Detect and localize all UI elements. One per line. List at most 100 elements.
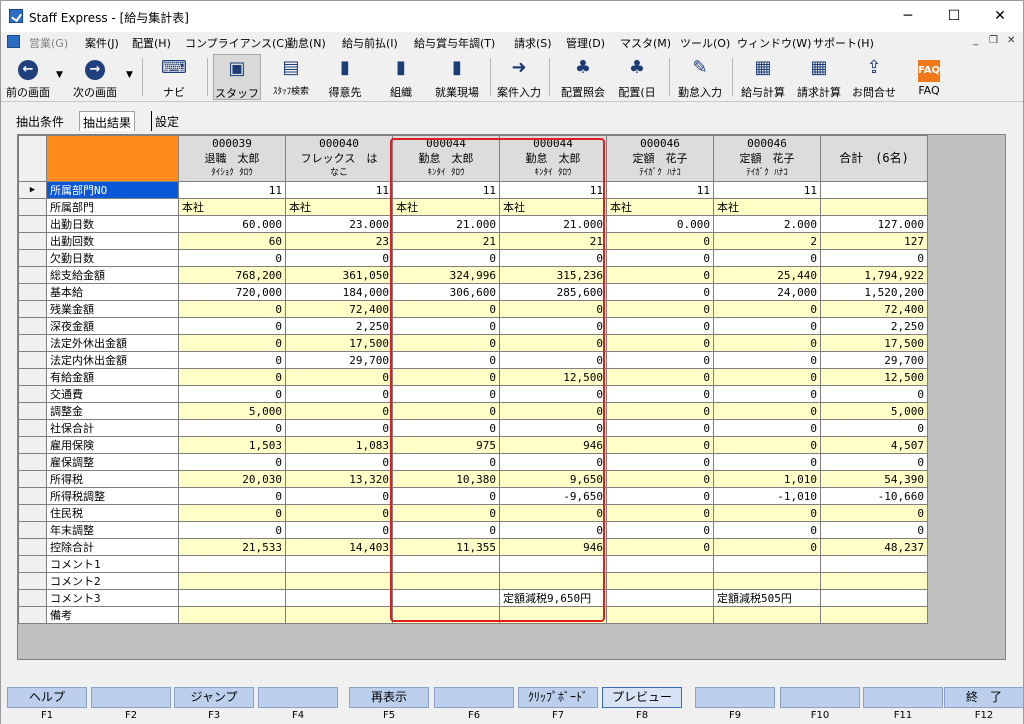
grid-cell[interactable]: 1,010	[713, 470, 821, 488]
grid-cell[interactable]: 0	[178, 487, 286, 505]
customer-button[interactable]: ▮ 得意先	[321, 54, 369, 100]
total-cell[interactable]: 127.000	[820, 215, 928, 233]
grid-cell[interactable]	[285, 555, 393, 573]
grid-cell[interactable]: 5,000	[178, 402, 286, 420]
grid-cell[interactable]: 定額減税505円	[713, 589, 821, 607]
grid-cell[interactable]	[178, 589, 286, 607]
grid-cell[interactable]: 0	[285, 453, 393, 471]
row-selector[interactable]	[18, 402, 47, 420]
column-header-3[interactable]: 000044 勤怠 太郎 ｷﾝﾀｲ ﾀﾛｳ	[392, 135, 500, 182]
function-key-f6-button[interactable]	[434, 687, 514, 708]
total-cell[interactable]	[820, 572, 928, 590]
total-cell[interactable]	[820, 606, 928, 624]
grid-cell[interactable]: 0	[499, 300, 607, 318]
grid-cell[interactable]: 0	[606, 334, 714, 352]
row-selector[interactable]	[18, 351, 47, 369]
grid-cell[interactable]: 315,236	[499, 266, 607, 284]
row-label[interactable]: 出勤回数	[46, 232, 179, 250]
grid-cell[interactable]: 0	[285, 504, 393, 522]
grid-cell[interactable]: 11	[713, 181, 821, 199]
grid-cell[interactable]	[285, 589, 393, 607]
forward-dropdown-icon[interactable]: ▼	[126, 70, 133, 80]
grid-cell[interactable]: 0	[178, 317, 286, 335]
grid-cell[interactable]: 0	[606, 487, 714, 505]
grid-cell[interactable]: 946	[499, 436, 607, 454]
row-selector[interactable]	[18, 232, 47, 250]
menu-haichi[interactable]: 配置(H)	[132, 35, 171, 51]
grid-cell[interactable]: 0	[713, 317, 821, 335]
grid-cell[interactable]	[713, 572, 821, 590]
grid-cell[interactable]: 0	[606, 538, 714, 556]
grid-cell[interactable]: 0	[606, 232, 714, 250]
grid-cell[interactable]: 本社	[606, 198, 714, 216]
grid-cell[interactable]: 0	[285, 368, 393, 386]
grid-cell[interactable]: 0	[606, 402, 714, 420]
grid-cell[interactable]: 72,400	[285, 300, 393, 318]
row-label[interactable]: 交通費	[46, 385, 179, 403]
grid-cell[interactable]	[392, 572, 500, 590]
total-cell[interactable]: 1,520,200	[820, 283, 928, 301]
grid-cell[interactable]: 24,000	[713, 283, 821, 301]
grid-cell[interactable]	[713, 606, 821, 624]
row-label[interactable]: コメント1	[46, 555, 179, 573]
function-key-f3-button[interactable]: ジャンプ	[174, 687, 254, 708]
grid-cell[interactable]: 0	[713, 538, 821, 556]
grid-cell[interactable]: 11	[606, 181, 714, 199]
grid-cell[interactable]: 0	[392, 419, 500, 437]
grid-cell[interactable]	[606, 555, 714, 573]
mdi-close-button[interactable]: ✕	[1007, 35, 1015, 46]
grid-cell[interactable]: 本社	[392, 198, 500, 216]
mdi-minimize-button[interactable]: _	[973, 35, 978, 46]
inquiry-button[interactable]: ⇪ お問合せ	[849, 54, 899, 100]
grid-cell[interactable]: 0	[285, 249, 393, 267]
function-key-f8-button[interactable]: プレビュー	[602, 687, 682, 708]
grid-cell[interactable]: 本社	[285, 198, 393, 216]
total-cell[interactable]: 0	[820, 249, 928, 267]
row-label[interactable]: 所属部門NO	[46, 181, 179, 199]
row-selector[interactable]	[18, 453, 47, 471]
grid-cell[interactable]	[285, 606, 393, 624]
row-selector[interactable]	[18, 419, 47, 437]
back-dropdown-icon[interactable]: ▼	[56, 70, 63, 80]
grid-cell[interactable]: 0	[713, 453, 821, 471]
grid-cell[interactable]: 0	[392, 453, 500, 471]
column-header-2[interactable]: 000040 フレックス はなこ	[285, 135, 393, 182]
row-label[interactable]: 法定外休出金額	[46, 334, 179, 352]
grid-cell[interactable]	[392, 589, 500, 607]
row-label[interactable]: 住民税	[46, 504, 179, 522]
grid-cell[interactable]: 0	[392, 300, 500, 318]
grid-cell[interactable]: 0	[713, 402, 821, 420]
grid-cell[interactable]: 2	[713, 232, 821, 250]
total-cell[interactable]: 54,390	[820, 470, 928, 488]
grid-cell[interactable]: 20,030	[178, 470, 286, 488]
grid-cell[interactable]: 0	[606, 453, 714, 471]
grid-cell[interactable]: 0	[606, 249, 714, 267]
grid-cell[interactable]: 0	[499, 504, 607, 522]
grid-cell[interactable]: 0	[713, 300, 821, 318]
grid-cell[interactable]: 11	[285, 181, 393, 199]
grid-cell[interactable]: 0	[178, 453, 286, 471]
row-label[interactable]: 控除合計	[46, 538, 179, 556]
row-selector[interactable]	[18, 300, 47, 318]
grid-cell[interactable]	[392, 606, 500, 624]
column-header-6[interactable]: 000046 定額 花子 ﾃｲｶﾞｸ ﾊﾅｺ	[713, 135, 821, 182]
grid-cell[interactable]: 21.000	[499, 215, 607, 233]
grid-cell[interactable]: 0	[713, 351, 821, 369]
grid-cell[interactable]: 2.000	[713, 215, 821, 233]
grid-cell[interactable]: 0	[713, 504, 821, 522]
grid-cell[interactable]: 0	[392, 334, 500, 352]
total-cell[interactable]: 4,507	[820, 436, 928, 454]
grid-cell[interactable]: 2,250	[285, 317, 393, 335]
total-cell[interactable]: 48,237	[820, 538, 928, 556]
project-entry-button[interactable]: ➜ 案件入力	[493, 54, 545, 100]
row-label[interactable]: 所得税	[46, 470, 179, 488]
row-selector[interactable]	[18, 249, 47, 267]
row-label[interactable]: 欠勤日数	[46, 249, 179, 267]
forward-button[interactable]: → 次の画面	[69, 54, 121, 100]
function-key-f10-button[interactable]	[780, 687, 860, 708]
row-selector[interactable]	[18, 606, 47, 624]
function-key-f5-button[interactable]: 再表示	[349, 687, 429, 708]
function-key-f11-button[interactable]	[863, 687, 943, 708]
grid-cell[interactable]: 定額減税9,650円	[499, 589, 607, 607]
grid-cell[interactable]: 0	[499, 249, 607, 267]
